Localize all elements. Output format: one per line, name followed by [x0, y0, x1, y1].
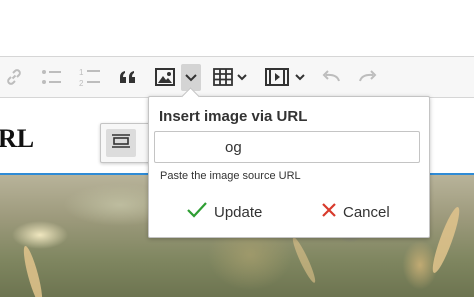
numbered-list-button[interactable]: 12 — [78, 65, 102, 89]
cancel-button[interactable]: Cancel — [321, 200, 390, 224]
top-blank-area — [0, 0, 474, 56]
table-icon — [213, 68, 249, 86]
insert-image-button[interactable] — [153, 65, 177, 89]
image-full-width-button[interactable] — [106, 129, 136, 157]
link-icon — [5, 68, 23, 86]
image-icon — [155, 68, 175, 86]
bulleted-list-icon — [41, 68, 63, 86]
insert-media-button[interactable] — [264, 65, 308, 89]
redo-button[interactable] — [357, 65, 379, 89]
image-detail — [428, 205, 464, 275]
close-icon — [321, 202, 343, 222]
svg-text:2: 2 — [79, 79, 84, 87]
numbered-list-icon: 12 — [79, 67, 101, 87]
image-detail — [289, 235, 319, 285]
update-label: Update — [214, 203, 263, 221]
link-button[interactable] — [4, 65, 24, 89]
image-full-icon — [111, 133, 131, 154]
undo-button[interactable] — [320, 65, 342, 89]
bulleted-list-button[interactable] — [40, 65, 64, 89]
checkmark-icon — [186, 201, 214, 223]
update-button[interactable]: Update — [186, 200, 262, 224]
editor-toolbar: 12 — [0, 56, 474, 98]
image-detail — [20, 244, 46, 297]
input-hint: Paste the image source URL — [160, 170, 301, 182]
chevron-down-icon — [185, 73, 197, 82]
undo-icon — [321, 69, 341, 85]
panel-title: Insert image via URL — [159, 108, 308, 125]
quote-icon — [118, 69, 138, 85]
redo-icon — [358, 69, 378, 85]
image-url-input[interactable] — [154, 131, 420, 163]
svg-text:1: 1 — [79, 68, 84, 77]
heading-text: RL — [0, 124, 35, 153]
cancel-label: Cancel — [343, 203, 390, 221]
insert-table-button[interactable] — [212, 65, 250, 89]
block-quote-button[interactable] — [117, 65, 139, 89]
media-icon — [265, 68, 307, 86]
